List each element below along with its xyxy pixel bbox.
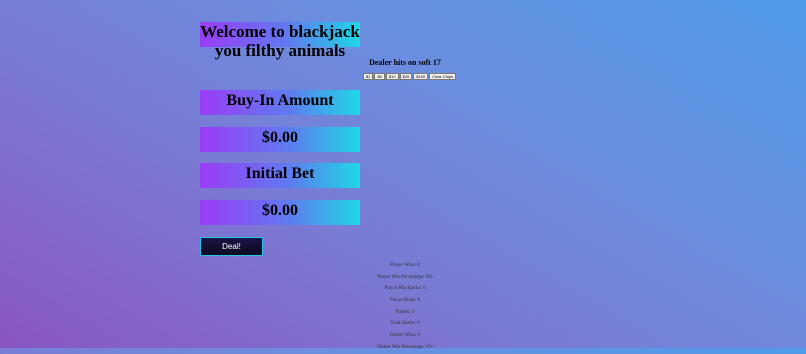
- stats-panel: Player Wins: 0 Player Win Percentage: 0%…: [355, 260, 455, 354]
- chip-25-button[interactable]: $25: [399, 73, 413, 80]
- buy-in-label: Buy-In Amount: [200, 90, 360, 115]
- stat-player-win-percentage: Player Win Percentage: 0%: [377, 274, 433, 280]
- dealer-rule-text: Dealer hits on soft 17: [369, 58, 441, 67]
- chip-100-button[interactable]: $100: [413, 73, 429, 80]
- initial-bet-label: Initial Bet: [200, 163, 360, 188]
- chip-5-button[interactable]: $5: [374, 73, 385, 80]
- stat-dealer-wins: Dealer Wins: 0: [390, 333, 420, 339]
- chip-buttons: $1 $5 $10 $25 $100 Clear Chips: [363, 73, 457, 80]
- chip-10-button[interactable]: $10: [385, 73, 399, 80]
- deal-button[interactable]: Deal!: [200, 237, 263, 256]
- initial-bet-value: $0.00: [200, 200, 360, 225]
- stat-total-hands: Total Hands: 0: [390, 321, 420, 327]
- chip-1-button[interactable]: $1: [363, 73, 374, 80]
- stat-player-blackjacks: Player Blackjacks: 0: [384, 286, 426, 292]
- page-title: Welcome to blackjack you filthy animals: [200, 22, 360, 60]
- stat-pushes: Pushes: 0: [395, 309, 415, 315]
- stat-player-busts: Player Busts: 0: [389, 298, 421, 304]
- clear-chips-button[interactable]: Clear Chips: [429, 73, 457, 80]
- buy-in-value: $0.00: [200, 127, 360, 152]
- stat-player-wins: Player Wins: 0: [390, 263, 420, 268]
